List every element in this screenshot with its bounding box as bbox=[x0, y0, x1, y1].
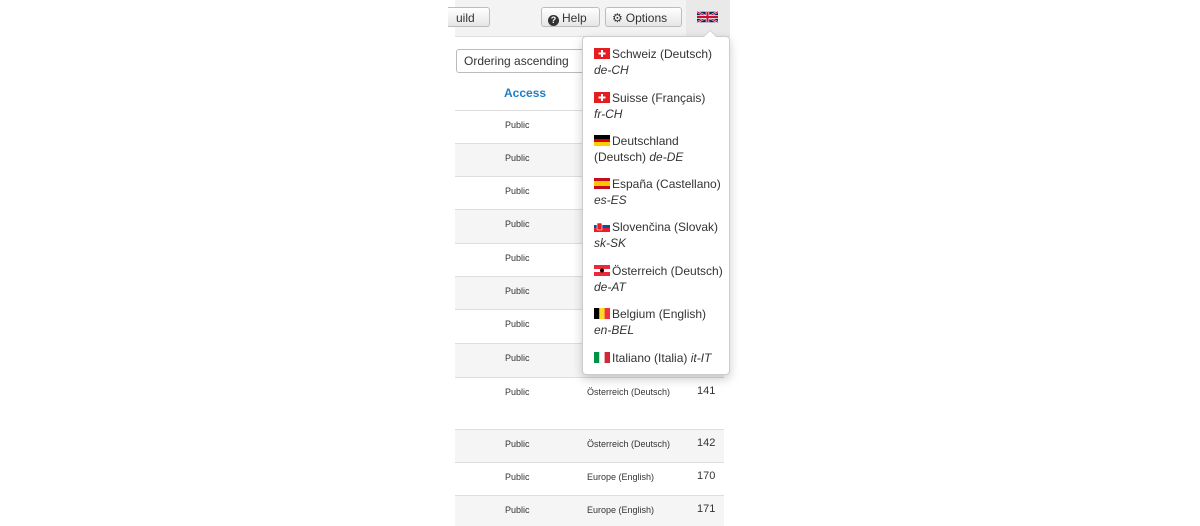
language-cell: Österreich (Deutsch) bbox=[587, 387, 671, 397]
language-name: Belgium (English) bbox=[612, 307, 707, 321]
language-code: de-CH bbox=[594, 63, 629, 77]
access-cell: Public bbox=[505, 219, 530, 229]
gear-icon: ⚙ bbox=[612, 11, 623, 25]
id-cell: 171 bbox=[697, 503, 716, 515]
access-column-header[interactable]: Access bbox=[504, 86, 546, 100]
language-cell: Europe (English) bbox=[587, 505, 655, 515]
options-label: Options bbox=[625, 11, 668, 25]
language-name: Suisse (Français) bbox=[612, 91, 706, 105]
help-button[interactable]: ? Help bbox=[541, 7, 600, 27]
language-code: es-ES bbox=[594, 193, 627, 207]
language-cell: Europe (English) bbox=[587, 472, 655, 482]
language-option-it-it[interactable]: Italiano (Italia) it-IT bbox=[594, 350, 726, 366]
language-name: Schweiz (Deutsch) bbox=[612, 47, 713, 61]
id-cell: 170 bbox=[697, 470, 716, 482]
access-cell: Public bbox=[505, 319, 530, 329]
language-code: en-BEL bbox=[594, 323, 635, 337]
language-code: de-DE bbox=[649, 150, 684, 164]
access-cell: Public bbox=[505, 387, 530, 397]
language-code: de-AT bbox=[594, 280, 626, 294]
access-cell: Public bbox=[505, 120, 530, 130]
options-button[interactable]: ⚙ Options bbox=[605, 7, 682, 27]
table-row[interactable]: Public Österreich (Deutsch) 142 bbox=[455, 429, 724, 463]
table-row[interactable]: Public Europe (English) 171 bbox=[455, 495, 724, 526]
uk-flag-icon bbox=[697, 10, 718, 24]
ordering-value: Ordering ascending bbox=[464, 54, 569, 68]
help-label: Help bbox=[562, 11, 587, 25]
access-cell: Public bbox=[505, 153, 530, 163]
switzerland-flag-icon bbox=[594, 48, 610, 59]
austria-flag-icon bbox=[594, 265, 610, 276]
access-cell: Public bbox=[505, 286, 530, 296]
switzerland-flag-icon bbox=[594, 92, 610, 103]
language-option-es-es[interactable]: España (Castellano) es-ES bbox=[594, 176, 726, 208]
language-option-de-de[interactable]: Deutschland (Deutsch) de-DE bbox=[594, 133, 726, 165]
rebuild-button[interactable]: uild bbox=[448, 7, 490, 27]
language-code: it-IT bbox=[690, 351, 712, 365]
slovakia-flag-icon bbox=[594, 221, 610, 232]
language-code: sk-SK bbox=[594, 236, 627, 250]
language-code: fr-CH bbox=[594, 107, 623, 121]
table-row[interactable]: Public Österreich (Deutsch) 141 bbox=[455, 377, 724, 430]
language-name: Slovenčina (Slovak) bbox=[612, 220, 719, 234]
table-row[interactable]: Public Europe (English) 170 bbox=[455, 462, 724, 496]
access-cell: Public bbox=[505, 505, 530, 515]
language-option-de-ch[interactable]: Schweiz (Deutsch) de-CH bbox=[594, 46, 726, 78]
language-dropdown-menu: Schweiz (Deutsch) de-CH Suisse (Français)… bbox=[582, 30, 730, 375]
language-option-fr-ch[interactable]: Suisse (Français) fr-CH bbox=[594, 90, 726, 122]
access-cell: Public bbox=[505, 353, 530, 363]
germany-flag-icon bbox=[594, 135, 610, 146]
language-option-en-bel[interactable]: Belgium (English) en-BEL bbox=[594, 306, 726, 338]
language-option-sk-sk[interactable]: Slovenčina (Slovak) sk-SK bbox=[594, 219, 726, 251]
rebuild-label: uild bbox=[456, 11, 475, 25]
language-name: Österreich (Deutsch) bbox=[612, 264, 723, 278]
id-cell: 141 bbox=[697, 385, 716, 397]
question-icon: ? bbox=[548, 15, 559, 26]
belgium-flag-icon bbox=[594, 308, 610, 319]
id-cell: 142 bbox=[697, 437, 716, 449]
language-cell: Österreich (Deutsch) bbox=[587, 439, 671, 449]
access-cell: Public bbox=[505, 439, 530, 449]
italy-flag-icon bbox=[594, 352, 610, 363]
access-cell: Public bbox=[505, 186, 530, 196]
access-cell: Public bbox=[505, 253, 530, 263]
language-option-de-at[interactable]: Österreich (Deutsch) de-AT bbox=[594, 263, 726, 295]
spain-flag-icon bbox=[594, 178, 610, 189]
ordering-select[interactable]: Ordering ascending bbox=[456, 49, 586, 73]
language-name: España (Castellano) bbox=[612, 177, 721, 191]
language-name: Italiano (Italia) bbox=[612, 351, 688, 365]
access-cell: Public bbox=[505, 472, 530, 482]
